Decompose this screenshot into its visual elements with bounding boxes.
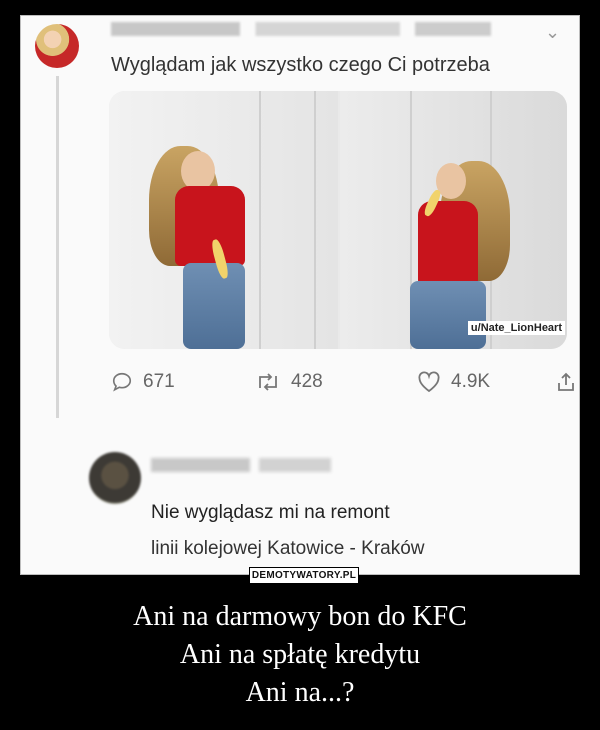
chevron-down-icon[interactable]: ⌄ <box>545 22 560 43</box>
reply-avatar[interactable] <box>89 452 141 504</box>
like-button[interactable]: 4.9K <box>417 371 490 393</box>
blurred-reply-name <box>151 458 331 472</box>
retweet-button[interactable]: 428 <box>255 371 323 393</box>
caption: Ani na darmowy bon do KFC Ani na spłatę … <box>0 598 600 712</box>
tweet-photos[interactable]: u/Nate_LionHeart <box>109 91 567 349</box>
share-button[interactable] <box>555 371 577 393</box>
site-watermark-badge: DEMOTYWATORY.PL <box>249 567 359 584</box>
blurred-author-name <box>111 22 491 36</box>
tweet-card: ⌄ Wyglądam jak wszystko czego Ci potrzeb… <box>21 16 579 574</box>
reply-button[interactable]: 671 <box>111 371 175 393</box>
like-count: 4.9K <box>451 371 491 392</box>
share-icon <box>555 371 577 393</box>
retweet-count: 428 <box>291 371 323 392</box>
caption-line-3: Ani na...? <box>245 677 355 708</box>
reply-text-line1: Nie wyglądasz mi na remont <box>151 502 390 523</box>
reply-count: 671 <box>143 371 175 392</box>
reply-icon <box>111 371 133 393</box>
like-icon <box>417 371 441 393</box>
caption-line-2: Ani na spłatę kredytu <box>179 639 421 670</box>
demotivator-frame: ⌄ Wyglądam jak wszystko czego Ci potrzeb… <box>20 15 580 575</box>
retweet-icon <box>255 371 281 393</box>
author-avatar[interactable] <box>35 24 79 68</box>
reply-tweet: Nie wyglądasz mi na remont linii kolejow… <box>81 446 579 574</box>
photo-right[interactable]: u/Nate_LionHeart <box>340 91 567 349</box>
thread-line <box>56 76 59 418</box>
photo-credit: u/Nate_LionHeart <box>467 321 565 335</box>
reply-text-line2: linii kolejowej Katowice - Kraków <box>151 538 425 559</box>
caption-line-1: Ani na darmowy bon do KFC <box>133 601 467 632</box>
photo-left[interactable] <box>109 91 338 349</box>
tweet-text: Wyglądam jak wszystko czego Ci potrzeba <box>111 54 490 76</box>
tweet-actions: 671 428 4.9K <box>111 371 579 401</box>
